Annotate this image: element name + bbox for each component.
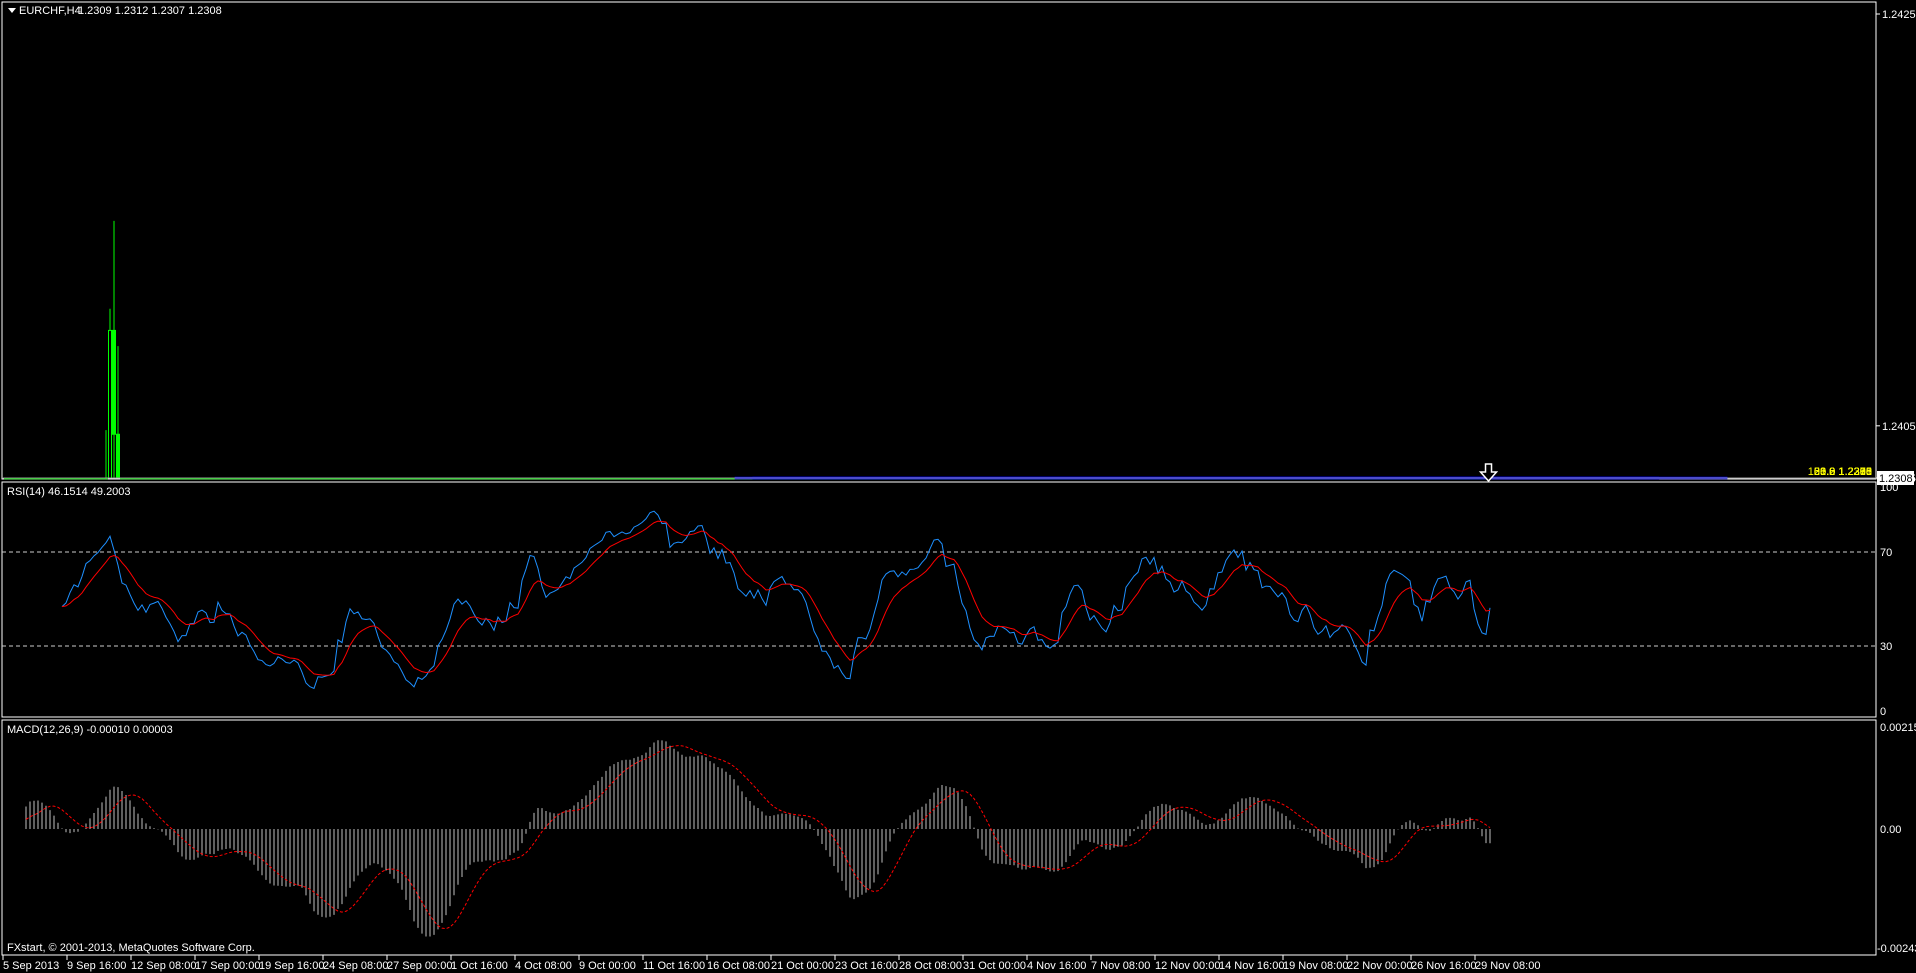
candle-body [108,329,112,479]
time-tick-label: 4 Oct 08:00 [515,960,572,972]
time-tick-label: 5 Sep 2013 [3,960,59,972]
fib-level-label: 100.0 1.2215 [1808,466,1872,478]
time-tick-label: 17 Sep 00:00 [195,960,260,972]
rsi-signal-line [61,520,1491,676]
symbol-label: EURCHF,H4 [19,5,81,17]
macd-pane-frame [1,719,1877,956]
time-tick-label: 21 Oct 00:00 [771,960,834,972]
time-tick-label: 9 Oct 00:00 [579,960,636,972]
time-tick-label: 28 Oct 08:00 [899,960,962,972]
rsi-tick-0: 0 [1880,706,1886,718]
time-tick-label: 4 Nov 16:00 [1027,960,1086,972]
time-axis: 5 Sep 2013 9 Sep 16:00 12 Sep 08:0017 Sep … [2,955,1540,972]
price-axis: 1.24251.24051.23851.23651.23451.23251.23… [1876,9,1916,485]
rsi-series [61,510,1491,690]
time-tick-label: 22 Nov 00:00 [1347,960,1412,972]
rsi-tick-70: 70 [1880,547,1892,559]
time-tick-label: 11 Oct 16:00 [643,960,705,972]
time-tick-label: 26 Nov 16:00 [1411,960,1476,972]
time-tick-label: 19 Nov 08:00 [1283,960,1348,972]
candle-body [116,433,120,479]
time-tick-label: 7 Nov 08:00 [1091,960,1150,972]
time-tick-label: 14 Nov 16:00 [1219,960,1284,972]
macd-tick-zero: 0.00 [1880,824,1901,836]
ohlc-values: 1.2309 1.2312 1.2307 1.2308 [78,5,222,17]
time-tick-label: 12 Nov 00:00 [1155,960,1220,972]
time-tick-label: 29 Nov 08:00 [1475,960,1540,972]
dropdown-triangle-icon[interactable] [8,8,16,13]
macd-series [25,740,1491,937]
time-tick-label: 19 Sep 16:00 [259,960,324,972]
rsi-label: RSI(14) 46.1514 49.2003 [7,486,131,498]
rsi-line [61,510,1491,690]
time-tick-label: 24 Sep 08:00 [323,960,388,972]
chart-canvas[interactable]: 0.0 1.236623.6 1.233038.2 1.230850.0 1.2… [0,0,1916,973]
macd-tick-bottom: -0.00243 [1877,943,1916,955]
rsi-pane-frame [1,481,1877,718]
time-tick-label: 12 Sep 08:00 [131,960,196,972]
time-tick-label: 23 Oct 16:00 [835,960,898,972]
copyright-label: FXstart, © 2001-2013, MetaQuotes Softwar… [7,942,255,954]
time-tick-label: 16 Oct 08:00 [707,960,770,972]
macd-label: MACD(12,26,9) -0.00010 0.00003 [7,724,173,736]
time-tick-label: 9 Sep 16:00 [67,960,126,972]
rsi-tick-30: 30 [1880,641,1892,653]
fibonacci-retracement[interactable]: 0.0 1.236623.6 1.233038.2 1.230850.0 1.2… [381,466,1876,479]
rsi-tick-100: 100 [1880,482,1898,494]
candle-body [112,329,116,435]
price-tick-label: 1.2425 [1882,9,1916,21]
time-tick-label: 31 Oct 00:00 [963,960,1026,972]
candles-series [4,220,1492,480]
main-pane-frame [1,1,1877,480]
time-tick-label: 1 Oct 16:00 [451,960,508,972]
price-tick-label: 1.2405 [1882,421,1916,433]
time-tick-label: 27 Sep 00:00 [387,960,452,972]
macd-tick-top: 0.00215 [1880,722,1916,734]
